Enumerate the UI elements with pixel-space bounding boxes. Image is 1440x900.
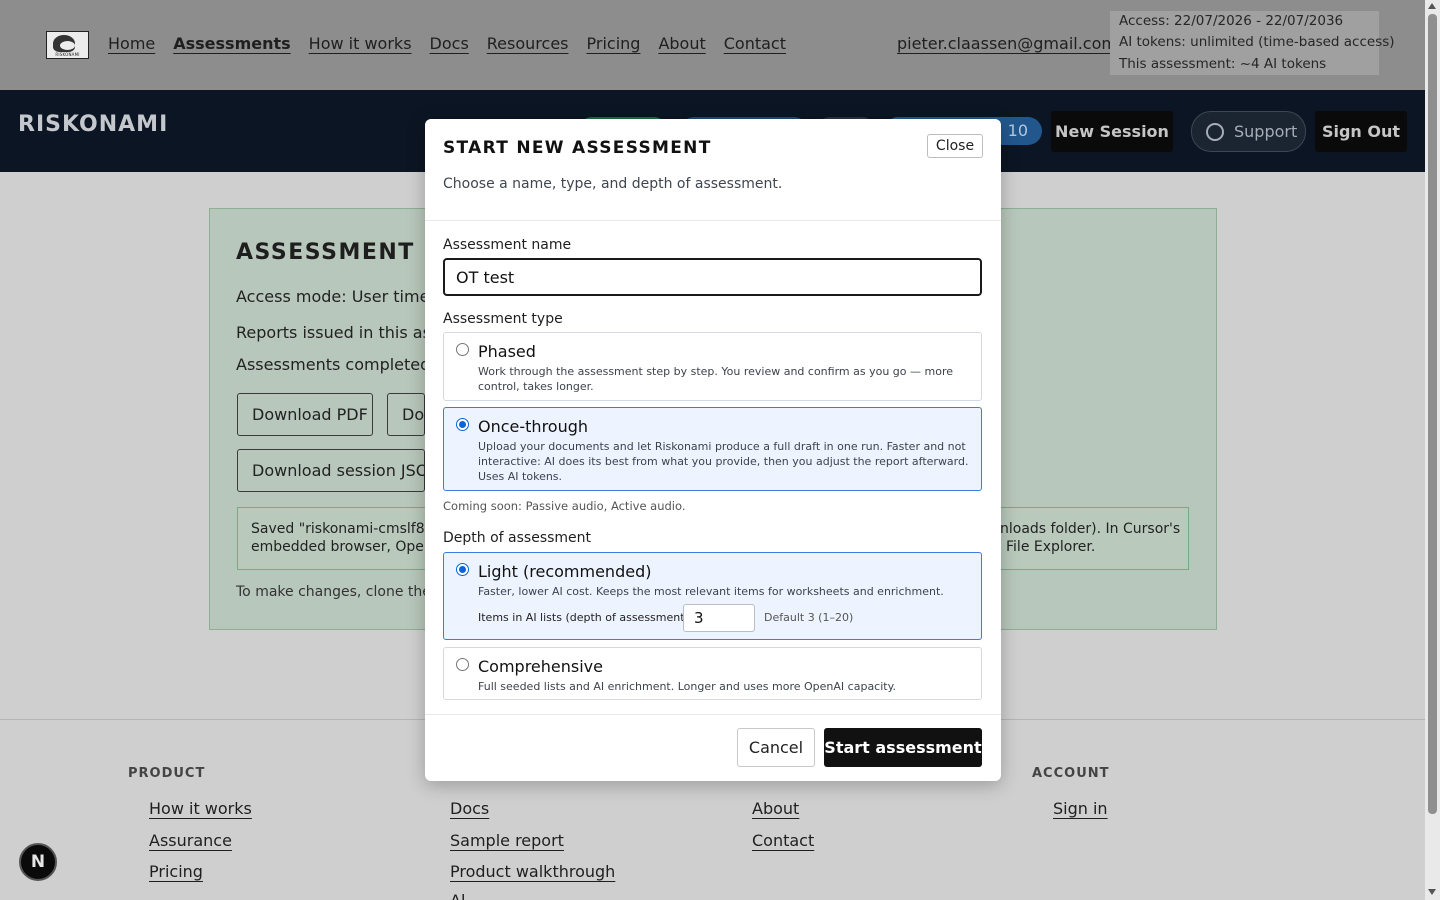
option-description: Upload your documents and let Riskonami …	[478, 440, 969, 483]
support-button[interactable]: Support	[1191, 111, 1306, 152]
footer-link-sample-report[interactable]: Sample report	[450, 831, 564, 850]
modal-footer-divider	[425, 714, 1001, 715]
logo-text: RISKONAMI	[55, 52, 80, 57]
new-session-button[interactable]: New Session	[1051, 111, 1173, 152]
ai-tokens-info: AI tokens: unlimited (time-based access)	[1119, 34, 1395, 50]
option-title: Phased	[478, 342, 536, 361]
radio-light[interactable]	[456, 563, 469, 576]
dev-tools-badge[interactable]: N	[19, 843, 57, 881]
user-email-link[interactable]: pieter.claassen@gmail.com	[897, 34, 1117, 53]
modal-title: START NEW ASSESSMENT	[443, 138, 712, 158]
nav-resources[interactable]: Resources	[487, 34, 569, 53]
close-button[interactable]: Close	[927, 134, 983, 158]
support-label: Support	[1234, 122, 1298, 141]
option-description: Full seeded lists and AI enrichment. Lon…	[478, 680, 897, 693]
download-pdf-button[interactable]: Download PDF	[237, 393, 373, 436]
modal-subtitle: Choose a name, type, and depth of assess…	[443, 176, 783, 192]
items-in-ai-lists-input[interactable]: 3	[683, 604, 755, 632]
radio-phased[interactable]	[456, 343, 469, 356]
start-assessment-button[interactable]: Start assessment	[824, 728, 982, 767]
depth-option-comprehensive[interactable]: Comprehensive Full seeded lists and AI e…	[443, 647, 982, 700]
radio-comprehensive[interactable]	[456, 658, 469, 671]
nav-pricing[interactable]: Pricing	[587, 34, 641, 53]
riskonami-logo-icon[interactable]: RISKONAMI	[46, 31, 89, 59]
nav-docs[interactable]: Docs	[430, 34, 469, 53]
footer-link-how-it-works[interactable]: How it works	[149, 799, 252, 818]
start-assessment-modal: START NEW ASSESSMENT Close Choose a name…	[425, 119, 1001, 781]
scroll-up-icon[interactable]	[1428, 3, 1436, 9]
saved-notice-text: File Explorer.	[1006, 539, 1096, 555]
card-title: ASSESSMENT C	[236, 240, 442, 265]
modal-divider	[425, 220, 1001, 221]
assessment-type-label: Assessment type	[443, 311, 563, 327]
assessment-name-label: Assessment name	[443, 237, 572, 253]
option-description: Faster, lower AI cost. Keeps the most re…	[478, 585, 944, 598]
saved-notice-text: Saved "riskonami-cmslf8sn5	[251, 521, 450, 537]
footer-link-docs[interactable]: Docs	[450, 799, 489, 818]
footer-link-sign-in[interactable]: Sign in	[1053, 799, 1108, 818]
main-nav: Home Assessments How it works Docs Resou…	[108, 34, 786, 53]
support-icon	[1206, 123, 1224, 141]
depth-option-light[interactable]: Light (recommended) Faster, lower AI cos…	[443, 552, 982, 640]
assessment-name-input[interactable]	[443, 258, 982, 296]
footer-link-assurance[interactable]: Assurance	[149, 831, 232, 850]
access-dates: Access: 22/07/2026 - 22/07/2036	[1119, 13, 1344, 29]
scrollbar-thumb[interactable]	[1428, 14, 1437, 814]
nav-home[interactable]: Home	[108, 34, 155, 53]
radio-once-through[interactable]	[456, 418, 469, 431]
nav-contact[interactable]: Contact	[724, 34, 786, 53]
items-in-ai-lists-label: Items in AI lists (depth of assessment)	[478, 611, 689, 624]
footer-heading-account: ACCOUNT	[1032, 766, 1110, 781]
reports-issued-text: Reports issued in this asse	[236, 323, 450, 342]
nav-how-it-works[interactable]: How it works	[309, 34, 412, 53]
type-option-phased[interactable]: Phased Work through the assessment step …	[443, 332, 982, 401]
footer-link-product-walkthrough[interactable]: Product walkthrough	[450, 862, 615, 881]
download-button[interactable]: Do	[387, 393, 425, 436]
footer-link-more[interactable]: Al	[450, 891, 465, 900]
app-brand-title: RISKONAMI	[18, 112, 169, 137]
footer-link-contact[interactable]: Contact	[752, 831, 814, 850]
assessments-completed-text: Assessments completed: 4	[236, 355, 451, 374]
saved-notice-text: nloads folder). In Cursor's	[1000, 521, 1181, 537]
option-description: Work through the assessment step by step…	[478, 365, 953, 393]
option-title: Comprehensive	[478, 657, 603, 676]
assessment-tokens-info: This assessment: ~4 AI tokens	[1119, 56, 1327, 72]
cancel-button[interactable]: Cancel	[737, 728, 815, 767]
saved-notice-text: embedded browser, Open /	[251, 539, 442, 555]
footer-link-about[interactable]: About	[752, 799, 799, 818]
option-title: Light (recommended)	[478, 562, 652, 581]
nav-about[interactable]: About	[658, 34, 705, 53]
type-option-once-through[interactable]: Once-through Upload your documents and l…	[443, 407, 982, 491]
footer-link-pricing[interactable]: Pricing	[149, 862, 203, 881]
sign-out-button[interactable]: Sign Out	[1315, 111, 1407, 152]
clone-note: To make changes, clone the a	[236, 584, 444, 600]
footer-heading-product: PRODUCT	[128, 766, 206, 781]
scroll-down-icon[interactable]	[1428, 889, 1436, 895]
option-title: Once-through	[478, 417, 589, 436]
depth-label: Depth of assessment	[443, 530, 592, 546]
access-info-box: Access: 22/07/2026 - 22/07/2036 AI token…	[1110, 11, 1395, 75]
nav-assessments[interactable]: Assessments	[173, 34, 290, 53]
access-mode-text: Access mode: User time-b	[236, 287, 446, 306]
download-session-json-button[interactable]: Download session JSON	[237, 449, 425, 492]
coming-soon-note: Coming soon: Passive audio, Active audio…	[443, 499, 686, 513]
items-default-hint: Default 3 (1–20)	[764, 611, 854, 624]
